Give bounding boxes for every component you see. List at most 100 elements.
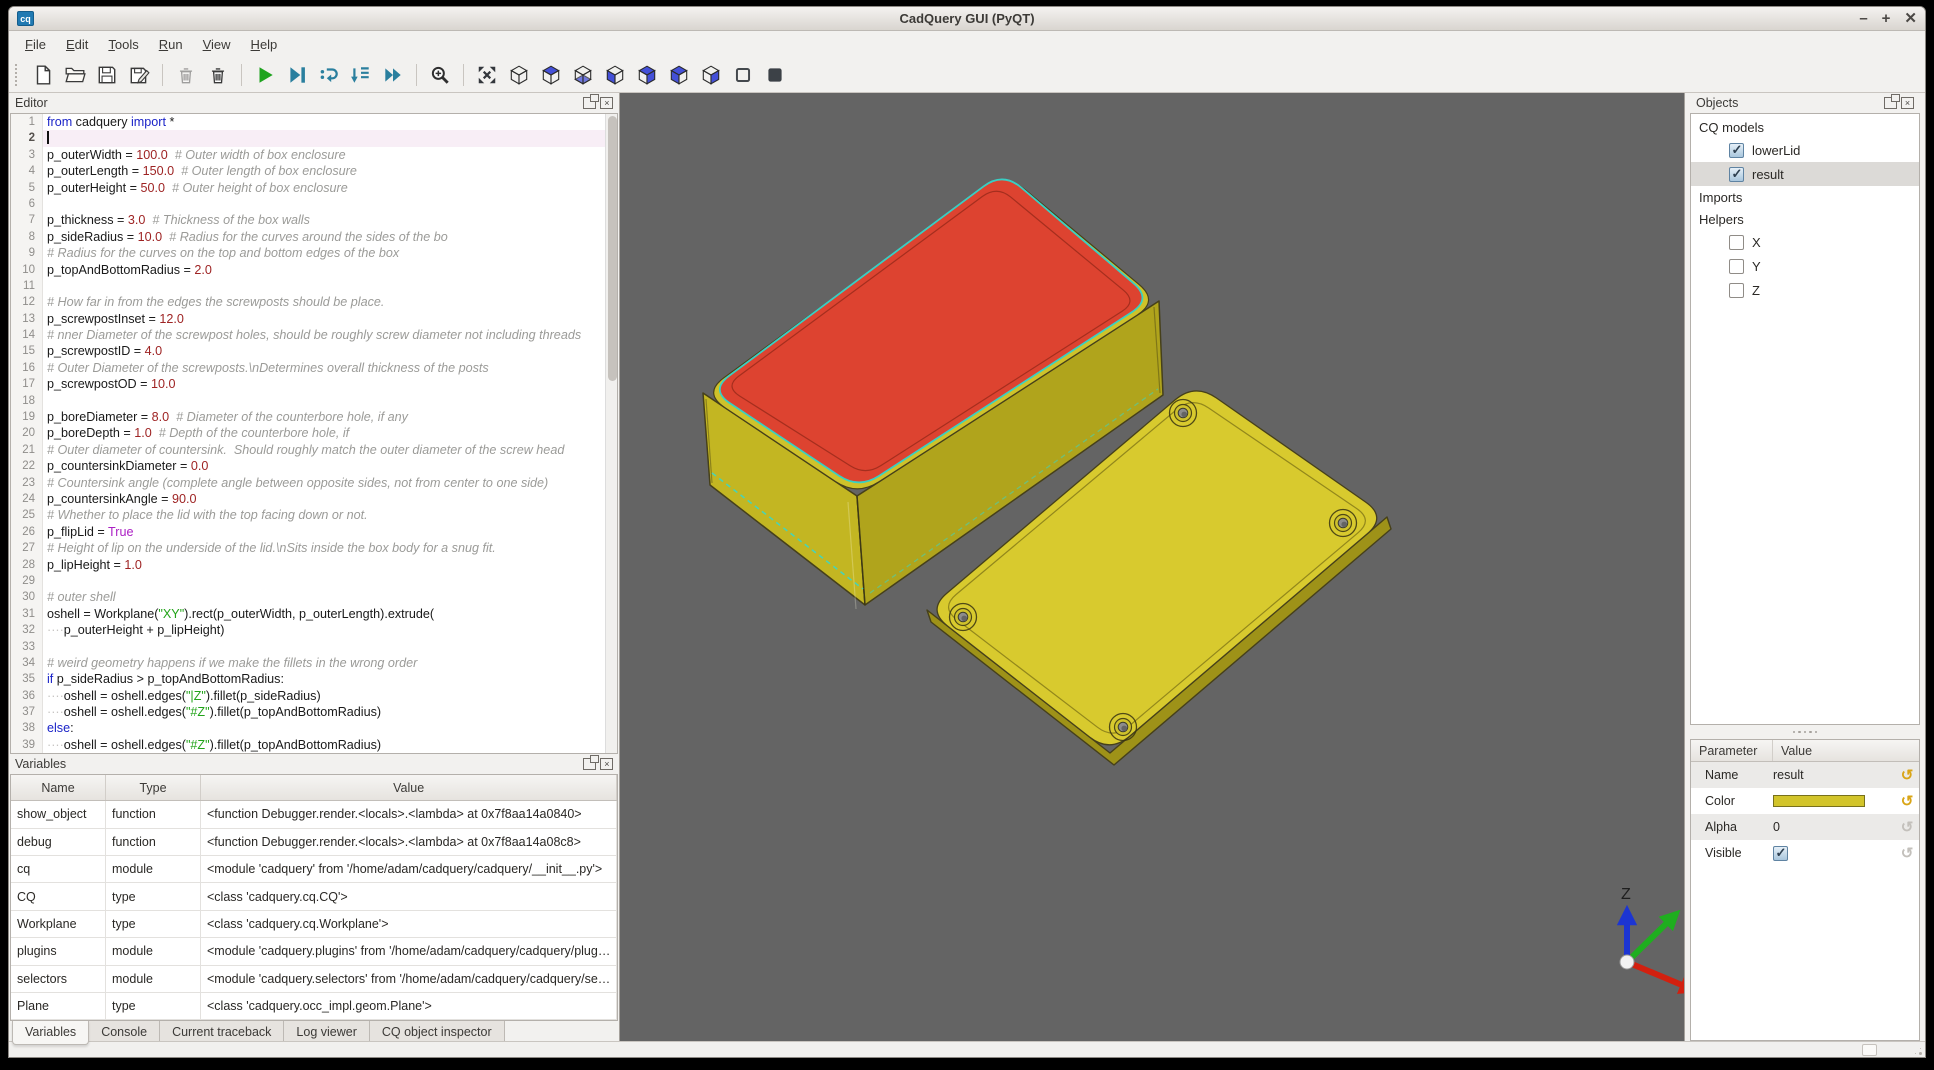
code-line: 14# nner Diameter of the screwpost holes… [11, 327, 617, 343]
view-bottom-button[interactable] [569, 61, 597, 89]
visibility-checkbox[interactable] [1729, 283, 1744, 298]
save-as-button[interactable] [125, 61, 153, 89]
code-line: 29 [11, 573, 617, 589]
view-front-button[interactable] [601, 61, 629, 89]
save-button[interactable] [93, 61, 121, 89]
param-value[interactable]: result [1773, 768, 1804, 782]
delete-dim-button[interactable] [172, 61, 200, 89]
visibility-checkbox[interactable] [1729, 259, 1744, 274]
view-right-button[interactable] [697, 61, 725, 89]
variable-row[interactable]: pluginsmodule<module 'cadquery.plugins' … [11, 938, 617, 965]
variables-float-icon[interactable] [583, 758, 596, 770]
menu-edit[interactable]: Edit [56, 34, 98, 55]
line-number: 31 [11, 606, 43, 622]
editor-scrollbar[interactable] [605, 114, 617, 753]
visibility-checkbox[interactable] [1729, 167, 1744, 182]
objects-close-icon[interactable]: × [1901, 97, 1914, 109]
param-value[interactable]: 0 [1773, 820, 1780, 834]
undo-icon[interactable]: ↺ [1895, 766, 1919, 784]
variable-cell: module [106, 856, 201, 882]
view-top-button[interactable] [537, 61, 565, 89]
variable-row[interactable]: Planetype<class 'cadquery.occ_impl.geom.… [11, 993, 617, 1020]
variable-row[interactable]: show_objectfunction<function Debugger.re… [11, 801, 617, 828]
undo-icon[interactable]: ↺ [1895, 844, 1919, 862]
title-bar[interactable]: cq CadQuery GUI (PyQT) – + ✕ [9, 7, 1925, 31]
variables-column-header[interactable]: Name [11, 775, 106, 800]
step-button[interactable] [315, 61, 343, 89]
tree-group-imports[interactable]: Imports [1691, 186, 1919, 208]
variables-column-header[interactable]: Type [106, 775, 201, 800]
close-button[interactable]: ✕ [1904, 11, 1917, 26]
visibility-checkbox[interactable] [1729, 235, 1744, 250]
new-file-button[interactable] [29, 61, 57, 89]
continue-button[interactable] [379, 61, 407, 89]
variable-row[interactable]: debugfunction<function Debugger.render.<… [11, 829, 617, 856]
undo-icon[interactable]: ↺ [1895, 818, 1919, 836]
variable-row[interactable]: Workplanetype<class 'cadquery.cq.Workpla… [11, 911, 617, 938]
undo-icon[interactable]: ↺ [1895, 792, 1919, 810]
fit-all-button[interactable] [473, 61, 501, 89]
variables-close-icon[interactable]: × [600, 758, 613, 770]
visibility-checkbox[interactable] [1729, 143, 1744, 158]
color-swatch[interactable] [1773, 795, 1865, 807]
toolbar-handle[interactable] [15, 64, 21, 86]
menu-view[interactable]: View [193, 34, 241, 55]
variable-row[interactable]: cqmodule<module 'cadquery' from '/home/a… [11, 856, 617, 883]
dock-splitter-handle[interactable] [1690, 725, 1920, 739]
editor-scrollbar-thumb[interactable] [608, 116, 617, 381]
variables-column-header[interactable]: Value [201, 775, 617, 800]
resize-grip-icon[interactable] [1911, 1044, 1923, 1056]
tree-item-result[interactable]: result [1691, 162, 1919, 186]
view-back-button[interactable] [633, 61, 661, 89]
step-into-button[interactable] [347, 61, 375, 89]
tree-group-cq-models[interactable]: CQ models [1691, 116, 1919, 138]
step-icon [318, 64, 340, 86]
variable-cell: <function Debugger.render.<locals>.<lamb… [201, 829, 617, 855]
line-number: 4 [11, 163, 43, 179]
menu-file[interactable]: File [15, 34, 56, 55]
svg-text:Z: Z [1621, 886, 1631, 903]
code-line: 12# How far in from the edges the screwp… [11, 294, 617, 310]
code-line: 22p_countersinkDiameter = 0.0 [11, 458, 617, 474]
param-column-header[interactable]: Value [1773, 740, 1919, 761]
open-button[interactable] [61, 61, 89, 89]
line-number: 7 [11, 212, 43, 228]
objects-float-icon[interactable] [1884, 97, 1897, 109]
tree-item-z[interactable]: Z [1691, 278, 1919, 302]
tree-item-x[interactable]: X [1691, 230, 1919, 254]
code-line: 3p_outerWidth = 100.0 # Outer width of b… [11, 147, 617, 163]
variable-cell: <class 'cadquery.occ_impl.geom.Plane'> [201, 993, 617, 1019]
view-left-button[interactable] [665, 61, 693, 89]
menu-help[interactable]: Help [241, 34, 288, 55]
delete-button[interactable] [204, 61, 232, 89]
render-button[interactable] [251, 61, 279, 89]
code-line: 20p_boreDepth = 1.0 # Depth of the count… [11, 425, 617, 441]
zoom-button[interactable] [426, 61, 454, 89]
tree-group-helpers[interactable]: Helpers [1691, 208, 1919, 230]
view-bottom-icon [572, 64, 594, 86]
param-column-header[interactable]: Parameter [1691, 740, 1773, 761]
tab-variables[interactable]: Variables [12, 1021, 89, 1045]
code-line: 34# weird geometry happens if we make th… [11, 655, 617, 671]
variable-cell: <module 'cadquery.plugins' from '/home/a… [201, 938, 617, 964]
debug-button[interactable] [283, 61, 311, 89]
editor-float-icon[interactable] [583, 97, 596, 109]
variable-row[interactable]: selectorsmodule<module 'cadquery.selecto… [11, 966, 617, 993]
wireframe-button[interactable] [729, 61, 757, 89]
line-number: 30 [11, 589, 43, 605]
menu-tools[interactable]: Tools [98, 34, 148, 55]
visible-checkbox[interactable] [1773, 846, 1788, 861]
3d-viewport[interactable]: Z Y X [619, 93, 1685, 1041]
minimize-button[interactable]: – [1859, 11, 1867, 26]
shaded-button[interactable] [761, 61, 789, 89]
maximize-button[interactable]: + [1882, 11, 1891, 26]
tree-item-y[interactable]: Y [1691, 254, 1919, 278]
toolbar-separator [162, 64, 163, 86]
menu-run[interactable]: Run [149, 34, 193, 55]
variable-row[interactable]: CQtype<class 'cadquery.cq.CQ'> [11, 883, 617, 910]
code-editor[interactable]: 1from cadquery import *23p_outerWidth = … [10, 113, 618, 754]
editor-close-icon[interactable]: × [600, 97, 613, 109]
view-iso-button[interactable] [505, 61, 533, 89]
param-row-visible: Visible↺ [1691, 840, 1919, 866]
tree-item-lowerlid[interactable]: lowerLid [1691, 138, 1919, 162]
